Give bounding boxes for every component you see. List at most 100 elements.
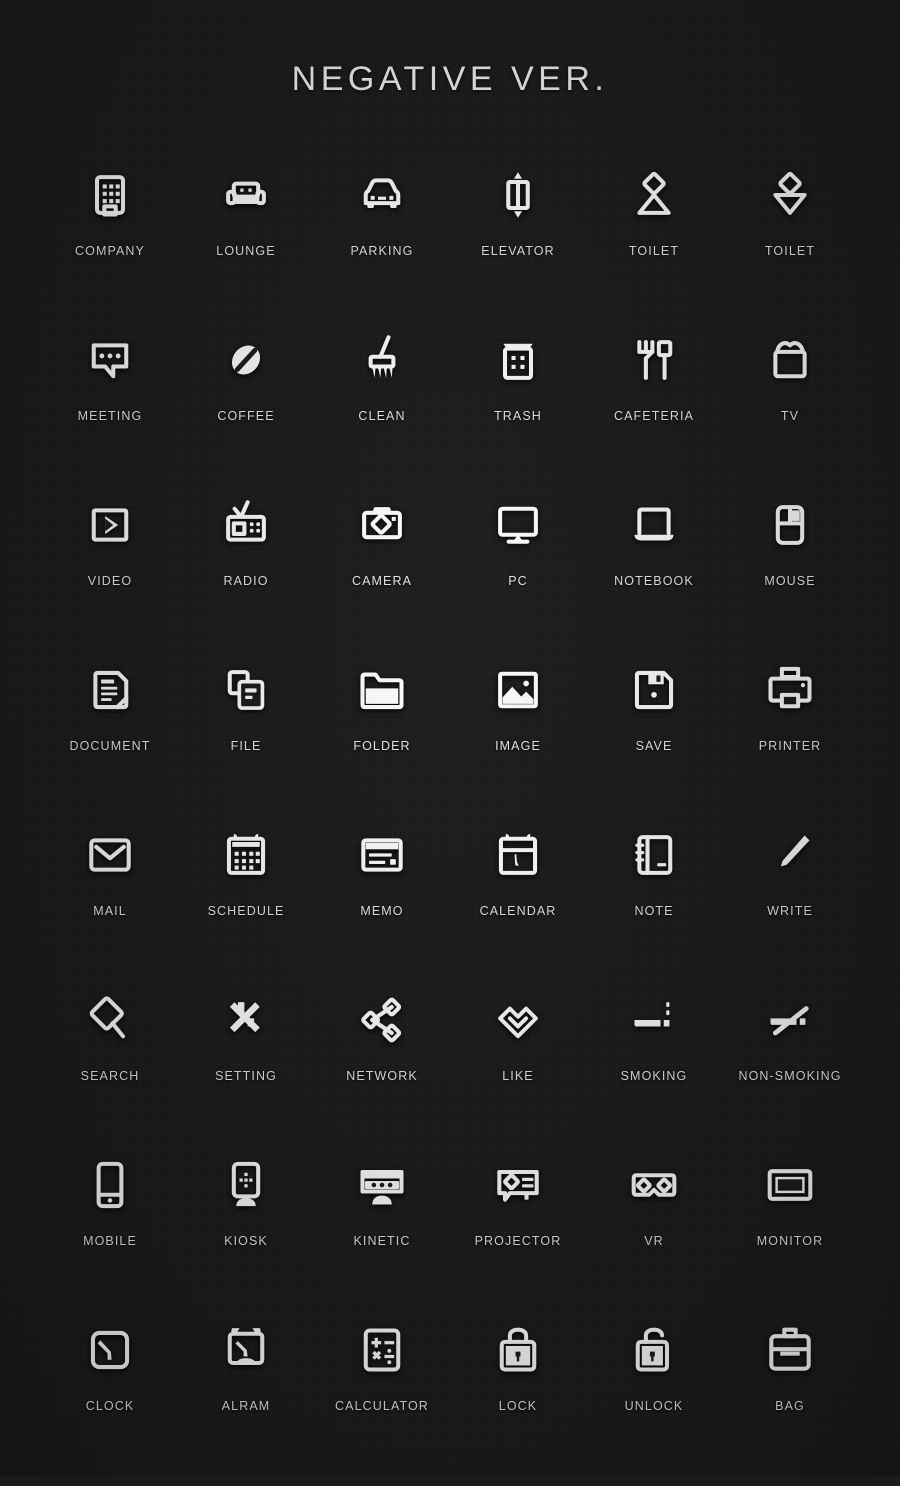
file-icon xyxy=(217,661,275,719)
icon-label: NETWORK xyxy=(346,1069,418,1083)
icon-cell-vr[interactable]: VR xyxy=(586,1156,722,1321)
icon-label: PARKING xyxy=(350,244,414,258)
page-title: NEGATIVE VER. xyxy=(291,60,609,98)
video-icon xyxy=(81,496,139,554)
icon-cell-parking[interactable]: PARKING xyxy=(314,166,450,331)
icon-label: PC xyxy=(508,574,528,588)
cafeteria-icon xyxy=(625,331,683,389)
icon-cell-setting[interactable]: SETTING xyxy=(178,991,314,1156)
icon-cell-folder[interactable]: FOLDER xyxy=(314,661,450,826)
icon-cell-coffee[interactable]: COFFEE xyxy=(178,331,314,496)
icon-label: SAVE xyxy=(635,739,673,753)
icon-cell-save[interactable]: SAVE xyxy=(586,661,722,826)
document-icon xyxy=(81,661,139,719)
icon-label: SCHEDULE xyxy=(207,904,285,918)
icon-cell-bag[interactable]: BAG xyxy=(722,1321,858,1486)
icon-label: CLOCK xyxy=(85,1399,135,1413)
radio-icon xyxy=(217,496,275,554)
icon-cell-kiosk[interactable]: KIOSK xyxy=(178,1156,314,1321)
icon-cell-printer[interactable]: PRINTER xyxy=(722,661,858,826)
like-icon xyxy=(489,991,547,1049)
icon-label: SETTING xyxy=(215,1069,277,1083)
icon-cell-memo[interactable]: MEMO xyxy=(314,826,450,991)
icon-cell-camera[interactable]: CAMERA xyxy=(314,496,450,661)
icon-cell-projector[interactable]: PROJECTOR xyxy=(450,1156,586,1321)
clean-icon xyxy=(353,331,411,389)
trash-icon xyxy=(489,331,547,389)
coffee-icon xyxy=(217,331,275,389)
calculator-icon xyxy=(353,1321,411,1379)
icon-cell-unlock[interactable]: UNLOCK xyxy=(586,1321,722,1486)
icon-cell-mobile[interactable]: MOBILE xyxy=(42,1156,178,1321)
icon-cell-trash[interactable]: TRASH xyxy=(450,331,586,496)
icon-cell-elevator[interactable]: ELEVATOR xyxy=(450,166,586,331)
alarm-icon xyxy=(217,1321,275,1379)
icon-cell-mouse[interactable]: MOUSE xyxy=(722,496,858,661)
icon-cell-image[interactable]: IMAGE xyxy=(450,661,586,826)
icon-cell-company[interactable]: COMPANY xyxy=(42,166,178,331)
mobile-icon xyxy=(81,1156,139,1214)
icon-cell-file[interactable]: FILE xyxy=(178,661,314,826)
icon-cell-notebook[interactable]: NOTEBOOK xyxy=(586,496,722,661)
icon-cell-search[interactable]: SEARCH xyxy=(42,991,178,1156)
icon-label: SEARCH xyxy=(80,1069,140,1083)
calendar-icon xyxy=(489,826,547,884)
lock-icon xyxy=(489,1321,547,1379)
icon-cell-clock[interactable]: CLOCK xyxy=(42,1321,178,1486)
projector-icon xyxy=(489,1156,547,1214)
icon-label: MOBILE xyxy=(83,1234,137,1248)
icon-label: PROJECTOR xyxy=(474,1234,562,1248)
icon-cell-mail[interactable]: MAIL xyxy=(42,826,178,991)
clock-icon xyxy=(81,1321,139,1379)
icon-label: COMPANY xyxy=(75,244,145,258)
icon-label: IMAGE xyxy=(495,739,541,753)
icon-cell-video[interactable]: VIDEO xyxy=(42,496,178,661)
icon-cell-cafeteria[interactable]: CAFETERIA xyxy=(586,331,722,496)
icon-cell-lock[interactable]: LOCK xyxy=(450,1321,586,1486)
kinetic-icon xyxy=(353,1156,411,1214)
folder-icon xyxy=(353,661,411,719)
icon-cell-calendar[interactable]: CALENDAR xyxy=(450,826,586,991)
icon-cell-toilet-male[interactable]: TOILET xyxy=(586,166,722,331)
icon-cell-monitor[interactable]: MONITOR xyxy=(722,1156,858,1321)
smoking-icon xyxy=(625,991,683,1049)
icon-cell-lounge[interactable]: LOUNGE xyxy=(178,166,314,331)
icon-label: LOUNGE xyxy=(216,244,276,258)
icon-cell-radio[interactable]: RADIO xyxy=(178,496,314,661)
icon-cell-calculator[interactable]: CALCULATOR xyxy=(314,1321,450,1486)
write-icon xyxy=(761,826,819,884)
network-icon xyxy=(353,991,411,1049)
icon-cell-document[interactable]: DOCUMENT xyxy=(42,661,178,826)
icon-label: UNLOCK xyxy=(624,1399,684,1413)
icon-cell-network[interactable]: NETWORK xyxy=(314,991,450,1156)
icon-cell-like[interactable]: LIKE xyxy=(450,991,586,1156)
non-smoking-icon xyxy=(761,991,819,1049)
icon-label: NOTEBOOK xyxy=(614,574,694,588)
icon-label: TV xyxy=(780,409,800,423)
icon-cell-smoking[interactable]: SMOKING xyxy=(586,991,722,1156)
icon-cell-meeting[interactable]: MEETING xyxy=(42,331,178,496)
icon-cell-write[interactable]: WRITE xyxy=(722,826,858,991)
icon-cell-kinetic[interactable]: KINETIC xyxy=(314,1156,450,1321)
elevator-icon xyxy=(489,166,547,224)
icon-label: COFFEE xyxy=(217,409,275,423)
icon-cell-note[interactable]: NOTE xyxy=(586,826,722,991)
icon-cell-tv[interactable]: TV xyxy=(722,331,858,496)
kiosk-icon xyxy=(217,1156,275,1214)
icon-cell-non-smoking[interactable]: NON-SMOKING xyxy=(722,991,858,1156)
icon-label: MEMO xyxy=(360,904,404,918)
unlock-icon xyxy=(625,1321,683,1379)
icon-cell-toilet-female[interactable]: TOILET xyxy=(722,166,858,331)
toilet-male-icon xyxy=(625,166,683,224)
parking-icon xyxy=(353,166,411,224)
icon-label: CAFETERIA xyxy=(613,409,695,423)
icon-cell-alarm[interactable]: ALRAM xyxy=(178,1321,314,1486)
memo-icon xyxy=(353,826,411,884)
schedule-icon xyxy=(217,826,275,884)
icon-label: LOCK xyxy=(498,1399,538,1413)
icon-cell-pc[interactable]: PC xyxy=(450,496,586,661)
icon-cell-schedule[interactable]: SCHEDULE xyxy=(178,826,314,991)
mail-icon xyxy=(81,826,139,884)
icon-cell-clean[interactable]: CLEAN xyxy=(314,331,450,496)
icon-label: PRINTER xyxy=(758,739,822,753)
